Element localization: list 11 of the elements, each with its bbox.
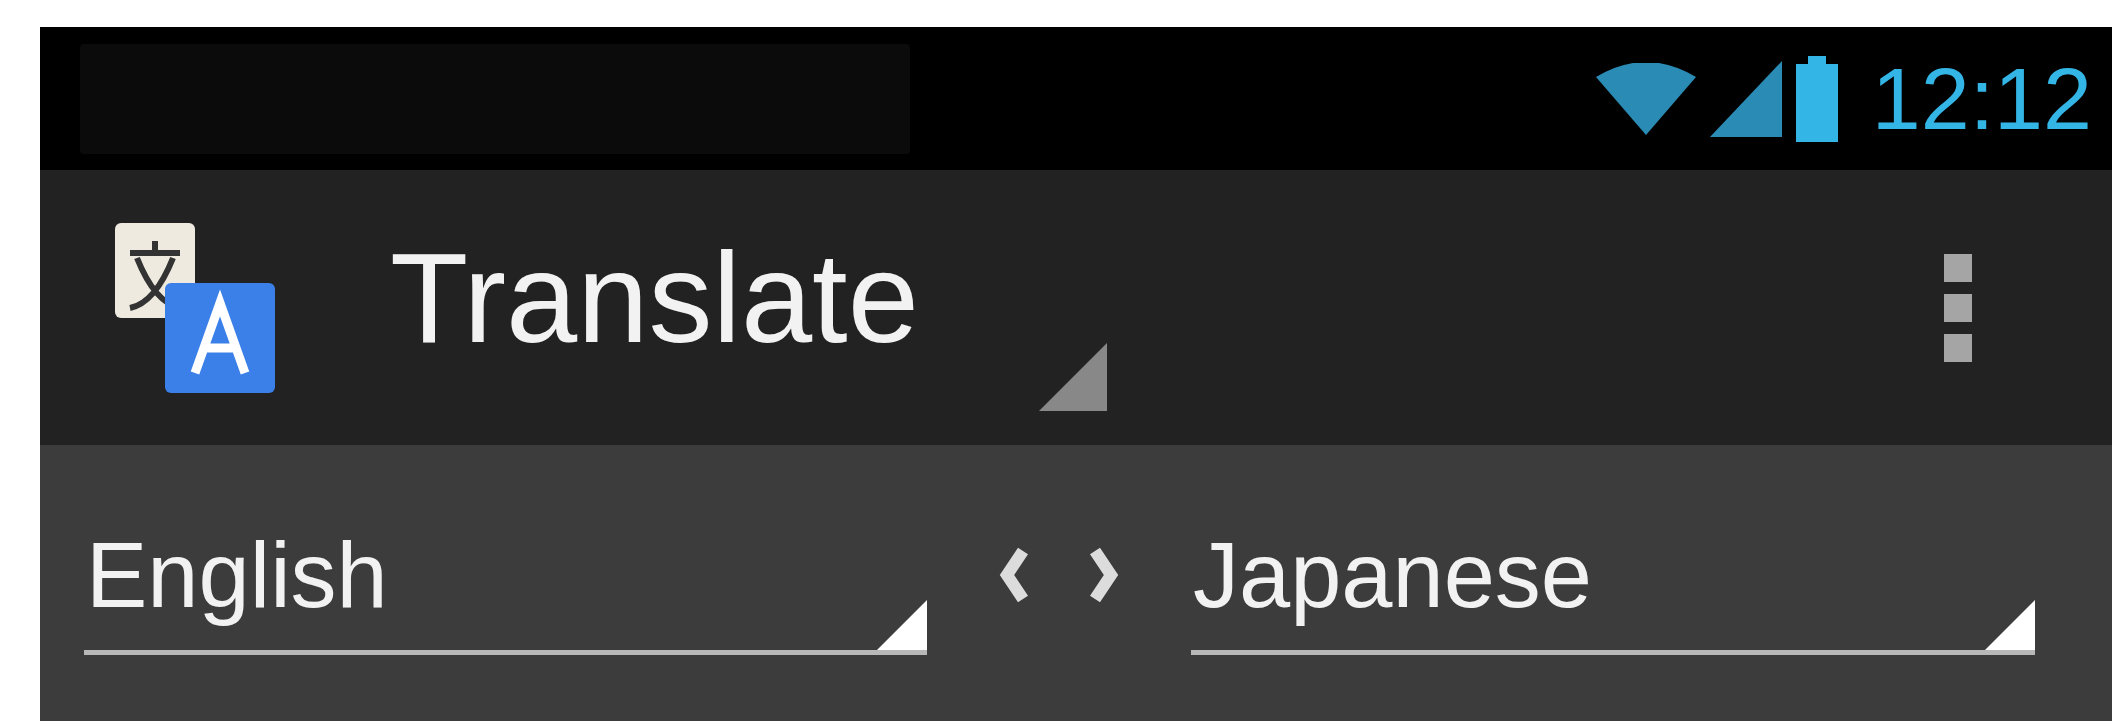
- clock-time: 12:12: [1871, 54, 2092, 143]
- target-language-dropdown[interactable]: Japanese: [1191, 525, 2035, 655]
- dropdown-corner-icon: [877, 600, 927, 650]
- swap-languages-icon[interactable]: [997, 545, 1121, 605]
- battery-icon: [1795, 55, 1838, 142]
- signal-icon: [1709, 60, 1782, 137]
- source-language-dropdown[interactable]: English: [84, 525, 927, 655]
- wifi-icon: [1595, 62, 1696, 135]
- dropdown-corner-icon: [1985, 600, 2035, 650]
- app-title: Translate: [390, 233, 919, 362]
- dropdown-corner-icon: [1038, 343, 1107, 411]
